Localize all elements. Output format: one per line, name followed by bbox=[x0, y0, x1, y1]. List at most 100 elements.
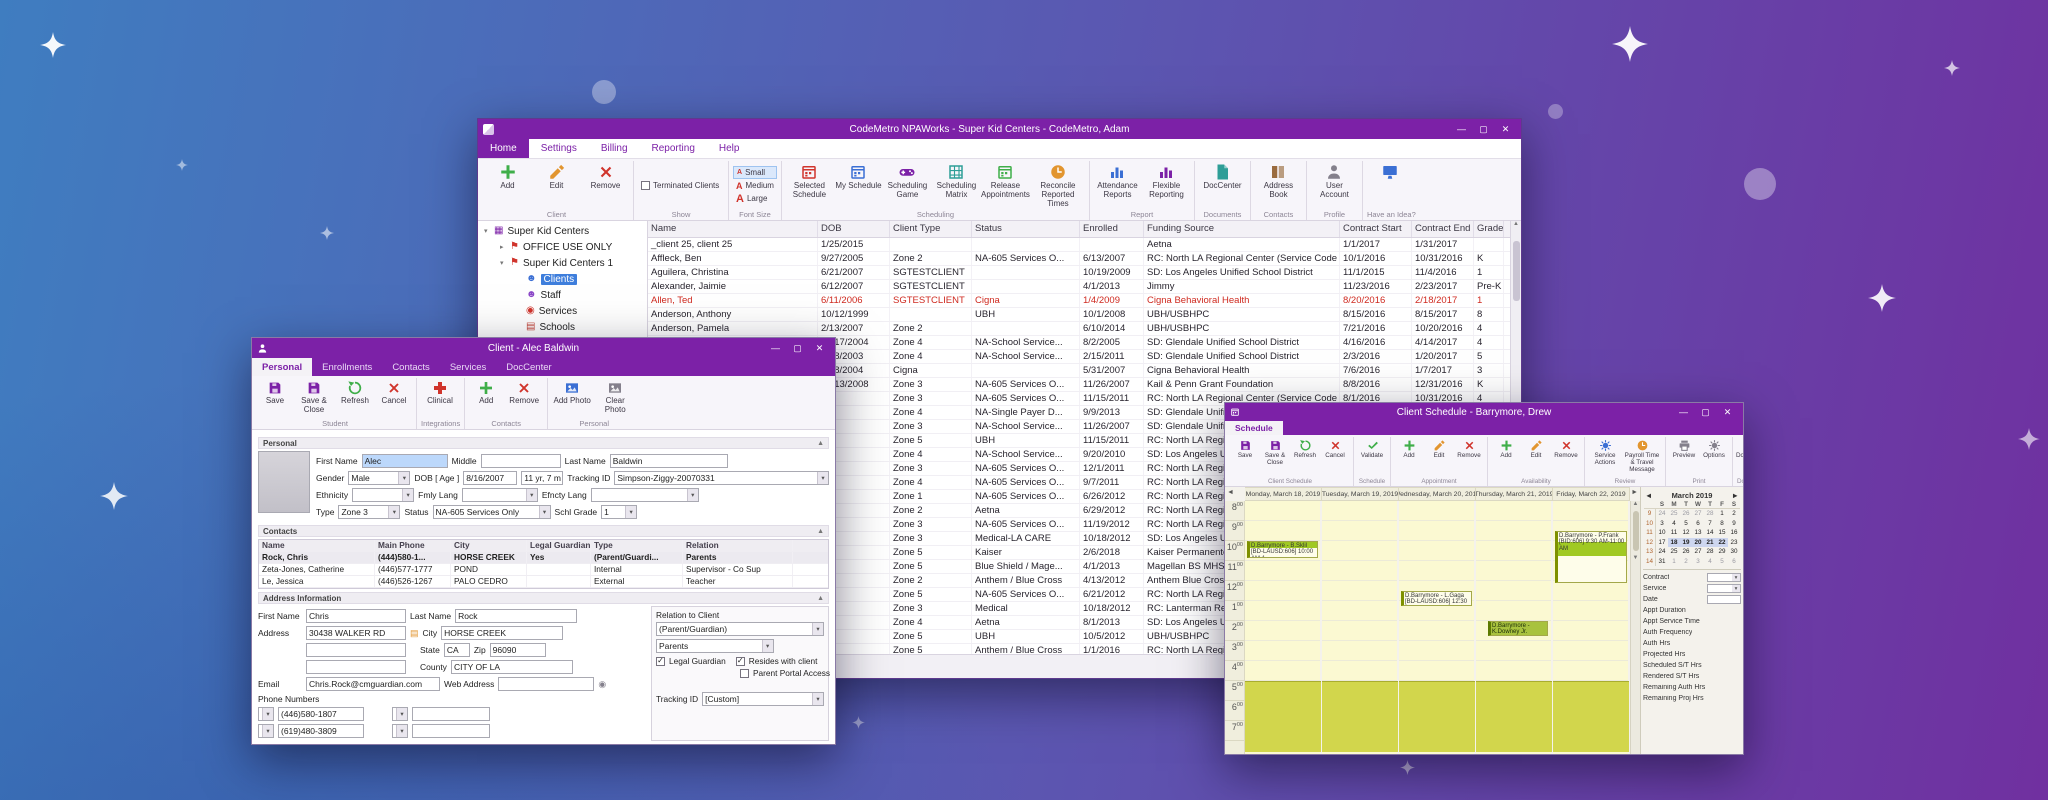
panel-widget[interactable] bbox=[1707, 573, 1741, 582]
phone1-type-select[interactable] bbox=[258, 707, 274, 721]
my-schedule-button[interactable]: My Schedule bbox=[835, 162, 882, 192]
font-size-small[interactable]: ASmall bbox=[733, 166, 777, 179]
last-name-field[interactable]: Baldwin bbox=[610, 454, 728, 468]
mini-calendar-day[interactable]: 29 bbox=[1716, 547, 1728, 557]
addr-first-name-field[interactable]: Chris bbox=[306, 609, 406, 623]
add-contact-button[interactable]: Add bbox=[469, 379, 503, 407]
mini-calendar-day[interactable]: 31 bbox=[1656, 557, 1668, 567]
contact-row[interactable]: Zeta-Jones, Catherine (446)577-1777 POND… bbox=[259, 564, 828, 576]
remove-appointment-button[interactable]: Remove bbox=[1455, 438, 1483, 461]
middle-name-field[interactable] bbox=[481, 454, 561, 468]
mini-calendar-day[interactable]: 25 bbox=[1668, 509, 1680, 519]
maximize-button[interactable]: ▢ bbox=[1473, 121, 1494, 137]
grid-row[interactable]: Allen, Ted 6/11/2006 SGTESTCLIENT Cigna … bbox=[648, 294, 1510, 308]
tree-expander-icon[interactable]: ▸ bbox=[500, 243, 510, 251]
grid-column-header[interactable]: Contract Start bbox=[1340, 221, 1412, 237]
mini-calendar-day[interactable]: 3 bbox=[1656, 519, 1668, 529]
remove-client-button[interactable]: Remove bbox=[582, 162, 629, 192]
city-field[interactable]: HORSE CREEK bbox=[441, 626, 563, 640]
contacts-header-row[interactable]: NameMain PhoneCityLegal GuardianTypeRela… bbox=[259, 540, 828, 552]
day-header[interactable]: Wednesday, March 20, 2019 bbox=[1399, 487, 1476, 501]
mini-calendar-day[interactable]: 14 bbox=[1704, 528, 1716, 538]
calendar-next-icon[interactable]: ► bbox=[1631, 489, 1638, 496]
tree-item[interactable]: ▸ OFFICE USE ONLY bbox=[478, 239, 647, 255]
grid-column-header[interactable]: Status bbox=[972, 221, 1080, 237]
appointment-thursday[interactable]: D.Barrymore - K.Downey Jr. [BID:606] 2:0… bbox=[1488, 621, 1548, 636]
mini-calendar-day[interactable]: 10 bbox=[1644, 519, 1656, 529]
address3-field[interactable] bbox=[306, 660, 406, 674]
grid-column-header[interactable]: Grade bbox=[1474, 221, 1504, 237]
day-header[interactable]: Thursday, March 21, 2019 bbox=[1476, 487, 1553, 501]
address-field[interactable]: 30438 WALKER RD bbox=[306, 626, 406, 640]
mini-calendar-day[interactable]: 19 bbox=[1680, 538, 1692, 548]
grid-row[interactable]: Affleck, Ben 9/27/2005 Zone 2 NA-605 Ser… bbox=[648, 252, 1510, 266]
add-appointment-button[interactable]: Add bbox=[1395, 438, 1423, 461]
mini-calendar-day[interactable]: 1 bbox=[1668, 557, 1680, 567]
menu-tab[interactable]: Settings bbox=[529, 139, 589, 158]
address-book-button[interactable]: Address Book bbox=[1255, 162, 1302, 201]
terminated-clients-checkbox[interactable]: Terminated Clients bbox=[638, 179, 724, 192]
client-titlebar[interactable]: Client - Alec Baldwin — ▢ ✕ bbox=[252, 338, 835, 358]
panel-widget[interactable] bbox=[1707, 584, 1741, 593]
mini-calendar-day[interactable]: 4 bbox=[1704, 557, 1716, 567]
mini-calendar-day[interactable]: 27 bbox=[1692, 547, 1704, 557]
grid-column-header[interactable]: DOB bbox=[818, 221, 890, 237]
attendance-reports-button[interactable]: Attendance Reports bbox=[1094, 162, 1141, 201]
mini-calendar-day[interactable]: 1 bbox=[1716, 509, 1728, 519]
personal-section-header[interactable]: Personal▲ bbox=[258, 437, 829, 449]
grid-row[interactable]: Alexander, Jaimie 6/12/2007 SGTESTCLIENT… bbox=[648, 280, 1510, 294]
mini-calendar-day[interactable]: 9 bbox=[1644, 509, 1656, 519]
web-address-field[interactable] bbox=[498, 677, 594, 691]
relation-select[interactable]: (Parent/Guardian) bbox=[656, 622, 824, 636]
family-language-select[interactable] bbox=[462, 488, 538, 502]
save-button[interactable]: Save bbox=[1231, 438, 1259, 461]
grid-row[interactable]: _client 25, client 25 1/25/2015 Aetna 1/… bbox=[648, 238, 1510, 252]
mini-calendar-day[interactable]: 22 bbox=[1716, 538, 1728, 548]
mini-calendar-day[interactable]: 9 bbox=[1728, 519, 1740, 529]
remove-contact-button[interactable]: Remove bbox=[505, 379, 543, 407]
day-header[interactable]: Friday, March 22, 2019 bbox=[1553, 487, 1630, 501]
grid-column-header[interactable]: Client Type bbox=[890, 221, 972, 237]
grid-row[interactable]: Anderson, Pamela 2/13/2007 Zone 2 6/10/2… bbox=[648, 322, 1510, 336]
contacts-column-header[interactable]: City bbox=[451, 540, 527, 551]
client-tab[interactable]: Enrollments bbox=[312, 358, 382, 376]
status-select[interactable]: NA-605 Services Only bbox=[433, 505, 551, 519]
scrollbar-thumb[interactable] bbox=[1633, 511, 1639, 551]
tree-item[interactable]: Staff bbox=[478, 287, 647, 303]
zip-field[interactable]: 96090 bbox=[490, 643, 546, 657]
relation-sub-select[interactable]: Parents bbox=[656, 639, 774, 653]
phone3-type-select[interactable] bbox=[392, 707, 408, 721]
schedule-titlebar[interactable]: Client Schedule - Barrymore, Drew — ▢ ✕ bbox=[1225, 403, 1743, 421]
mini-calendar-day[interactable]: 15 bbox=[1716, 528, 1728, 538]
close-button[interactable]: ✕ bbox=[1717, 404, 1738, 420]
mini-calendar-day[interactable]: 28 bbox=[1704, 509, 1716, 519]
save-and-close-button[interactable]: Save & Close bbox=[1261, 438, 1289, 468]
user-account-button[interactable]: User Account bbox=[1311, 162, 1358, 201]
mini-calendar-day[interactable]: 5 bbox=[1716, 557, 1728, 567]
email-field[interactable]: Chris.Rock@cmguardian.com bbox=[306, 677, 440, 691]
font-size-medium[interactable]: AMedium bbox=[733, 179, 777, 192]
grid-column-header[interactable]: Contract End bbox=[1412, 221, 1474, 237]
client-tracking-id-select[interactable]: [Custom] bbox=[702, 692, 824, 706]
phone2-field[interactable]: (619)480-3809 bbox=[278, 724, 364, 738]
doccenter-button[interactable]: DocCenter bbox=[1199, 162, 1246, 192]
grid-row[interactable]: Anderson, Anthony 10/12/1999 UBH 10/1/20… bbox=[648, 308, 1510, 322]
contacts-column-header[interactable]: Relation bbox=[683, 540, 793, 551]
main-titlebar[interactable]: CodeMetro NPAWorks - Super Kid Centers -… bbox=[478, 119, 1521, 139]
calendar-prev-icon[interactable]: ◄ bbox=[1227, 489, 1234, 496]
tree-item[interactable]: Schools bbox=[478, 319, 647, 335]
mini-calendar-next-icon[interactable]: ► bbox=[1732, 491, 1739, 500]
resides-checkbox[interactable]: ✓ bbox=[736, 657, 745, 666]
tree-item[interactable]: Services bbox=[478, 303, 647, 319]
phone4-type-select[interactable] bbox=[392, 724, 408, 738]
payroll-time-travel-button[interactable]: Payroll Time & Travel Message bbox=[1623, 438, 1661, 475]
mini-calendar-day[interactable]: 12 bbox=[1644, 538, 1656, 548]
cancel-button[interactable]: Cancel bbox=[376, 379, 412, 407]
save-and-close-button[interactable]: Save & Close bbox=[294, 379, 334, 416]
mini-calendar-day[interactable]: 28 bbox=[1704, 547, 1716, 557]
mini-calendar-prev-icon[interactable]: ◄ bbox=[1645, 491, 1652, 500]
school-grade-select[interactable]: 1 bbox=[601, 505, 637, 519]
service-actions-button[interactable]: Service Actions bbox=[1589, 438, 1621, 468]
contacts-column-header[interactable]: Type bbox=[591, 540, 683, 551]
availability-block[interactable] bbox=[1245, 681, 1321, 752]
